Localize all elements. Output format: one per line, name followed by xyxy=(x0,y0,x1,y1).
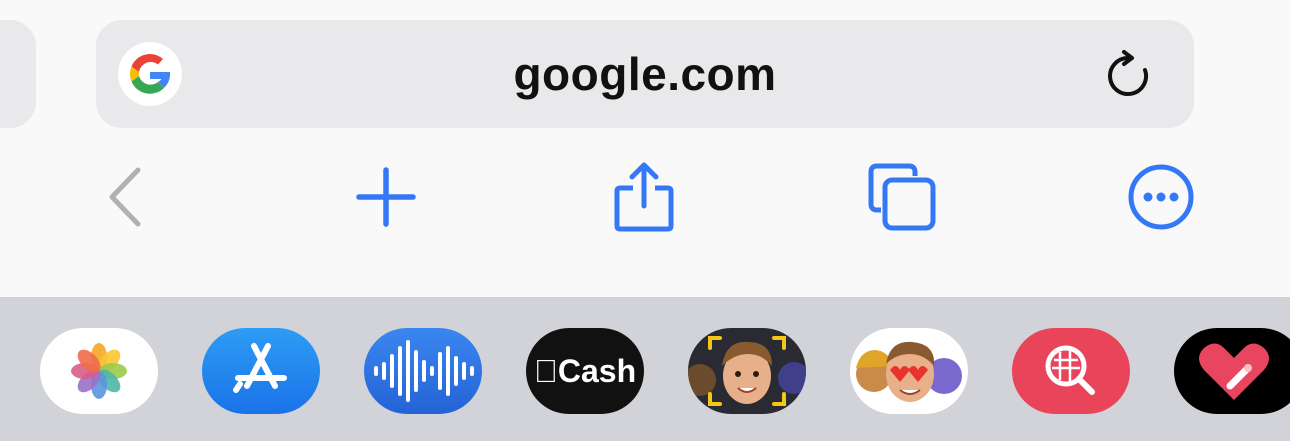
share-icon xyxy=(614,162,674,232)
app-store-icon xyxy=(233,343,287,393)
memoji-app[interactable] xyxy=(688,328,806,414)
more-icon xyxy=(1128,164,1194,230)
photos-app[interactable] xyxy=(40,328,158,414)
digital-touch-app[interactable] xyxy=(1174,328,1290,414)
imessage-app-strip: Cash xyxy=(0,297,1290,441)
url-text: google.com xyxy=(513,48,777,100)
audio-messages-app[interactable] xyxy=(364,328,482,414)
tabs-button[interactable] xyxy=(867,162,937,232)
address-bar[interactable]: google.com xyxy=(96,20,1194,128)
image-search-icon xyxy=(1045,345,1095,395)
tabs-icon xyxy=(868,163,936,231)
safari-toolbar-area: google.com xyxy=(0,0,1290,297)
digital-touch-icon xyxy=(1199,343,1269,400)
back-icon xyxy=(109,167,141,227)
apple-cash-app[interactable]: Cash xyxy=(526,328,644,414)
previous-tab-peek[interactable] xyxy=(0,20,36,128)
waveform-icon xyxy=(374,340,474,402)
apple-logo-icon:  xyxy=(534,353,558,389)
photos-icon xyxy=(71,343,127,399)
reload-icon[interactable] xyxy=(1100,48,1156,104)
app-store-app[interactable] xyxy=(202,328,320,414)
apple-cash-icon: Cash xyxy=(526,328,644,414)
image-search-app[interactable] xyxy=(1012,328,1130,414)
share-button[interactable] xyxy=(609,162,679,232)
new-tab-button[interactable] xyxy=(351,162,421,232)
more-button[interactable] xyxy=(1126,162,1196,232)
new-tab-icon xyxy=(356,167,416,227)
memoji-stickers-app[interactable] xyxy=(850,328,968,414)
memoji-stickers-icon xyxy=(856,341,962,402)
cash-label: Cash xyxy=(545,353,636,389)
back-button[interactable] xyxy=(92,162,162,232)
memoji-camera-icon xyxy=(688,336,806,406)
